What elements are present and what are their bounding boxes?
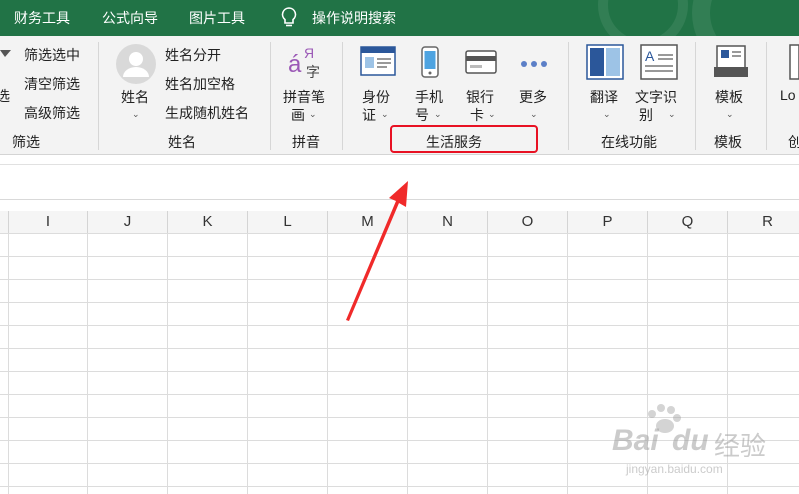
watermark: Bai du 经验 jingyan.baidu.com: [612, 404, 792, 485]
watermark-cn: 经验: [714, 431, 767, 461]
watermark-logo: Bai: [612, 424, 659, 457]
watermark-url: jingyan.baidu.com: [626, 462, 723, 476]
watermark-logo-du: du: [672, 424, 709, 457]
